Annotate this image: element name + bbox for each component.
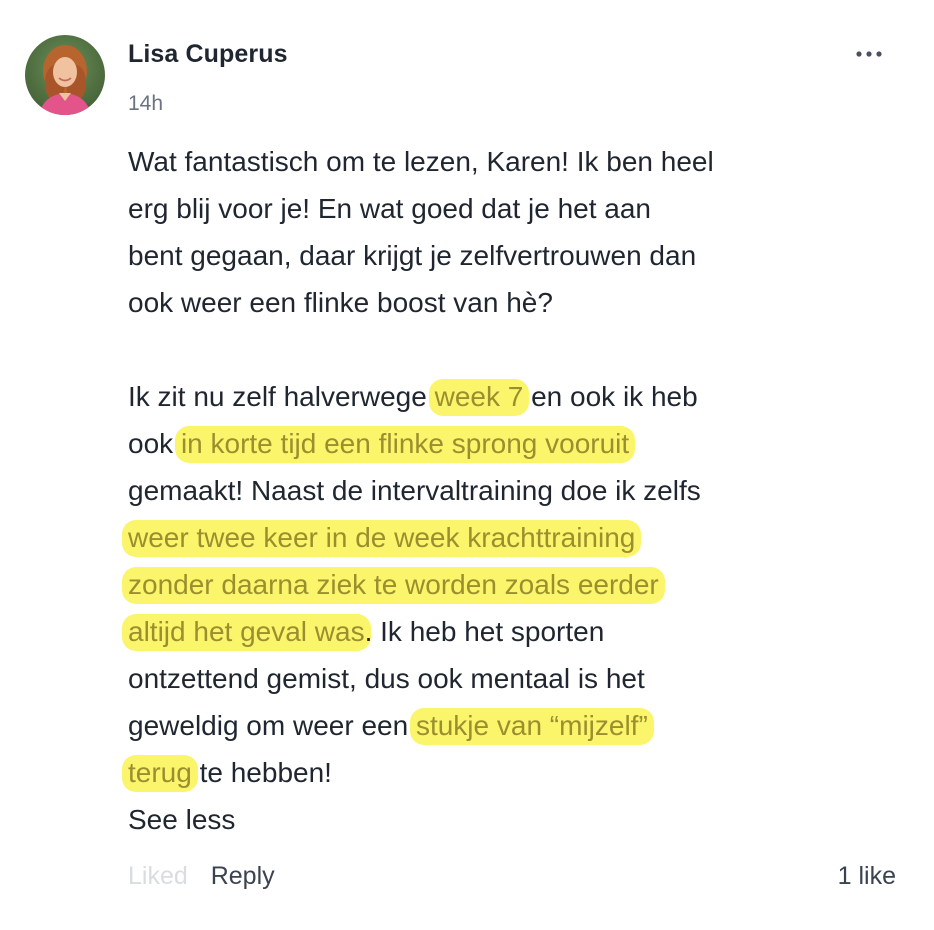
- highlight: stukje van “mijzelf”: [409, 708, 654, 745]
- text: Ik zit nu zelf halverwege: [128, 381, 435, 412]
- body-line: weer twee keer in de week krachttraining: [122, 514, 868, 561]
- body-line: ook in korte tijd een flinke sprong voor…: [128, 420, 868, 467]
- highlight: weer twee keer in de week krachttraining: [122, 520, 642, 557]
- text: ook: [128, 428, 181, 459]
- avatar-photo: [39, 45, 91, 115]
- body-line: zonder daarna ziek te worden zoals eerde…: [122, 561, 868, 608]
- body-line: Ik zit nu zelf halverwege week 7 en ook …: [128, 373, 868, 420]
- author-name[interactable]: Lisa Cuperus: [128, 40, 288, 69]
- timestamp[interactable]: 14h: [128, 92, 163, 116]
- body-line: gemaakt! Naast de intervaltraining doe i…: [128, 475, 701, 506]
- text: geweldig om weer een: [128, 710, 416, 741]
- body-line: Wat fantastisch om te lezen, Karen! Ik b…: [128, 146, 714, 177]
- highlight: in korte tijd een flinke sprong vooruit: [174, 426, 636, 463]
- text: . Ik heb het sporten: [364, 616, 605, 647]
- comment: Lisa Cuperus 14h Wat fantastisch om te l…: [0, 0, 934, 930]
- text: en ook ik heb: [523, 381, 698, 412]
- highlight: altijd het geval was: [122, 614, 371, 651]
- body-line: ook weer een flinke boost van hè?: [128, 287, 553, 318]
- liked-button[interactable]: Liked: [128, 862, 188, 890]
- body-line: ontzettend gemist, dus ook mentaal is he…: [128, 663, 645, 694]
- see-less-link[interactable]: See less: [128, 796, 868, 843]
- highlight: zonder daarna ziek te worden zoals eerde…: [122, 567, 665, 604]
- highlight: terug: [122, 755, 198, 792]
- comment-body: Wat fantastisch om te lezen, Karen! Ik b…: [122, 138, 868, 843]
- body-line: altijd het geval was. Ik heb het sporten: [122, 608, 868, 655]
- comment-actions: Liked Reply: [128, 862, 275, 891]
- body-line: bent gegaan, daar krijgt je zelfvertrouw…: [128, 240, 697, 271]
- body-line: terug te hebben!: [122, 749, 868, 796]
- more-options-icon[interactable]: [854, 44, 884, 64]
- reply-button[interactable]: Reply: [211, 862, 275, 890]
- body-line: erg blij voor je! En wat goed dat je het…: [128, 193, 652, 224]
- body-line: geweldig om weer een stukje van “mijzelf…: [128, 702, 868, 749]
- like-count[interactable]: 1 like: [838, 862, 896, 891]
- text: te hebben!: [191, 757, 332, 788]
- highlight: week 7: [428, 379, 530, 416]
- avatar[interactable]: [25, 35, 105, 115]
